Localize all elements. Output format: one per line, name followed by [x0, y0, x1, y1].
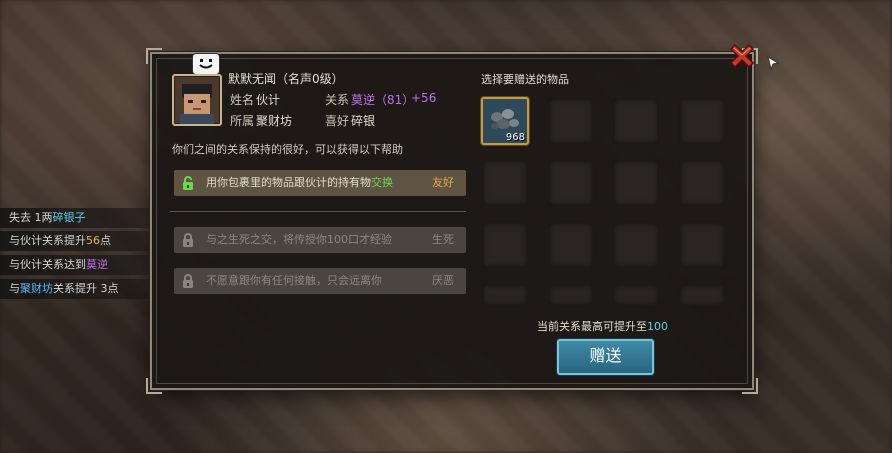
option-tag: 厌恶	[432, 274, 454, 287]
log-line: 与伙计关系提升56点	[0, 231, 167, 251]
divider	[170, 211, 466, 212]
npc-fame-title: 默默无闻（名声0级）	[228, 72, 344, 86]
item-slot[interactable]	[613, 222, 659, 268]
lock-icon	[183, 233, 193, 247]
max-relation-note: 当前关系最高可提升至100	[537, 320, 668, 333]
item-slot[interactable]	[613, 98, 659, 144]
item-slot[interactable]	[613, 284, 659, 306]
item-slot[interactable]	[679, 98, 725, 144]
item-quantity: 968	[505, 132, 525, 143]
hobby-label: 喜好	[325, 114, 350, 128]
item-slot[interactable]	[548, 222, 594, 268]
item-slot[interactable]	[548, 160, 594, 206]
speech-bubble-icon	[192, 53, 220, 75]
item-slot[interactable]	[482, 160, 528, 206]
npc-avatar	[172, 74, 222, 126]
item-slot-selected[interactable]: 968	[481, 97, 529, 145]
option-mentor-locked: 与之生死之交，将传授你100口才经验 生死	[174, 227, 466, 253]
relation-value: 莫逆（81）	[351, 93, 415, 107]
npc-faction: 聚财坊	[256, 114, 293, 128]
option-exchange[interactable]: 用你包裹里的物品跟伙计的持有物交换 友好	[174, 170, 466, 196]
item-slot[interactable]	[679, 284, 725, 306]
cursor-icon	[767, 56, 779, 70]
option-avoid-locked: 不愿意跟你有任何接触，只会远离你 厌恶	[174, 268, 466, 294]
name-label: 姓名	[230, 93, 255, 107]
npc-name: 伙计	[256, 93, 281, 107]
items-title: 选择要赠送的物品	[481, 73, 569, 86]
relation-delta: +56	[411, 91, 437, 105]
item-slot[interactable]	[679, 160, 725, 206]
item-slot[interactable]	[482, 222, 528, 268]
option-tag: 友好	[432, 176, 454, 189]
item-slot[interactable]	[613, 160, 659, 206]
log-line: 失去 1两碎银子	[0, 208, 167, 228]
item-slot[interactable]	[679, 222, 725, 268]
give-button[interactable]: 赠送	[557, 339, 654, 375]
faction-label: 所属	[230, 114, 255, 128]
log-line: 与聚财坊关系提升 3点	[0, 279, 167, 299]
unlock-icon	[183, 176, 193, 190]
item-slot[interactable]	[548, 98, 594, 144]
close-icon[interactable]	[726, 42, 758, 74]
item-slot[interactable]	[482, 284, 528, 306]
option-tag: 生死	[432, 233, 454, 246]
item-slot[interactable]	[548, 284, 594, 306]
log-line: 与伙计关系达到莫逆	[0, 255, 167, 275]
relation-intro: 你们之间的关系保持的很好，可以获得以下帮助	[172, 143, 403, 156]
lock-icon	[183, 274, 193, 288]
npc-hobby: 碎银	[351, 114, 376, 128]
relation-label: 关系	[325, 93, 350, 107]
